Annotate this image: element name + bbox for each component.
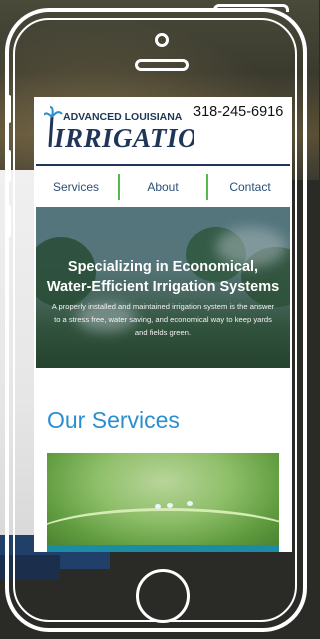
hero-heading-line2: Water-Efficient Irrigation Systems: [46, 279, 280, 295]
header-divider: [36, 164, 290, 166]
site-header: ADVANCED LOUISIANA IRRIGATION 318-245-69…: [34, 97, 292, 161]
hero-banner: Specializing in Economical, Water-Effici…: [36, 207, 290, 368]
water-drop: [155, 504, 161, 509]
phone-side-button: [6, 150, 11, 182]
home-button[interactable]: [136, 569, 190, 623]
svg-text:IRRIGATION: IRRIGATION: [53, 123, 194, 151]
nav-item-contact[interactable]: Contact: [208, 174, 292, 200]
phone-side-button: [6, 205, 11, 237]
nav-item-about[interactable]: About: [120, 174, 206, 200]
speaker-grille: [135, 59, 189, 71]
phone-screen: ADVANCED LOUISIANA IRRIGATION 318-245-69…: [34, 97, 292, 552]
water-drop: [167, 503, 173, 508]
phone-number-link[interactable]: 318-245-6916: [193, 104, 283, 120]
camera-icon: [155, 33, 169, 47]
phone-top-tab: [213, 4, 289, 12]
hero-heading: Specializing in Economical, Water-Effici…: [36, 257, 290, 297]
water-drop: [187, 501, 193, 506]
services-heading: Our Services: [47, 407, 180, 433]
hero-heading-line1: Specializing in Economical,: [67, 259, 259, 275]
grass-blade: [47, 508, 279, 548]
services-accent-bar: [47, 545, 279, 552]
services-image: [47, 453, 279, 548]
hero-description: A properly installed and maintained irri…: [51, 302, 275, 337]
phone-side-button: [6, 95, 11, 123]
site-logo[interactable]: ADVANCED LOUISIANA IRRIGATION: [43, 105, 219, 153]
logo-graphic: ADVANCED LOUISIANA IRRIGATION: [43, 106, 219, 153]
svg-text:ADVANCED LOUISIANA: ADVANCED LOUISIANA: [63, 111, 183, 123]
main-nav: Services About Contact: [34, 174, 292, 200]
nav-item-services[interactable]: Services: [34, 174, 118, 200]
